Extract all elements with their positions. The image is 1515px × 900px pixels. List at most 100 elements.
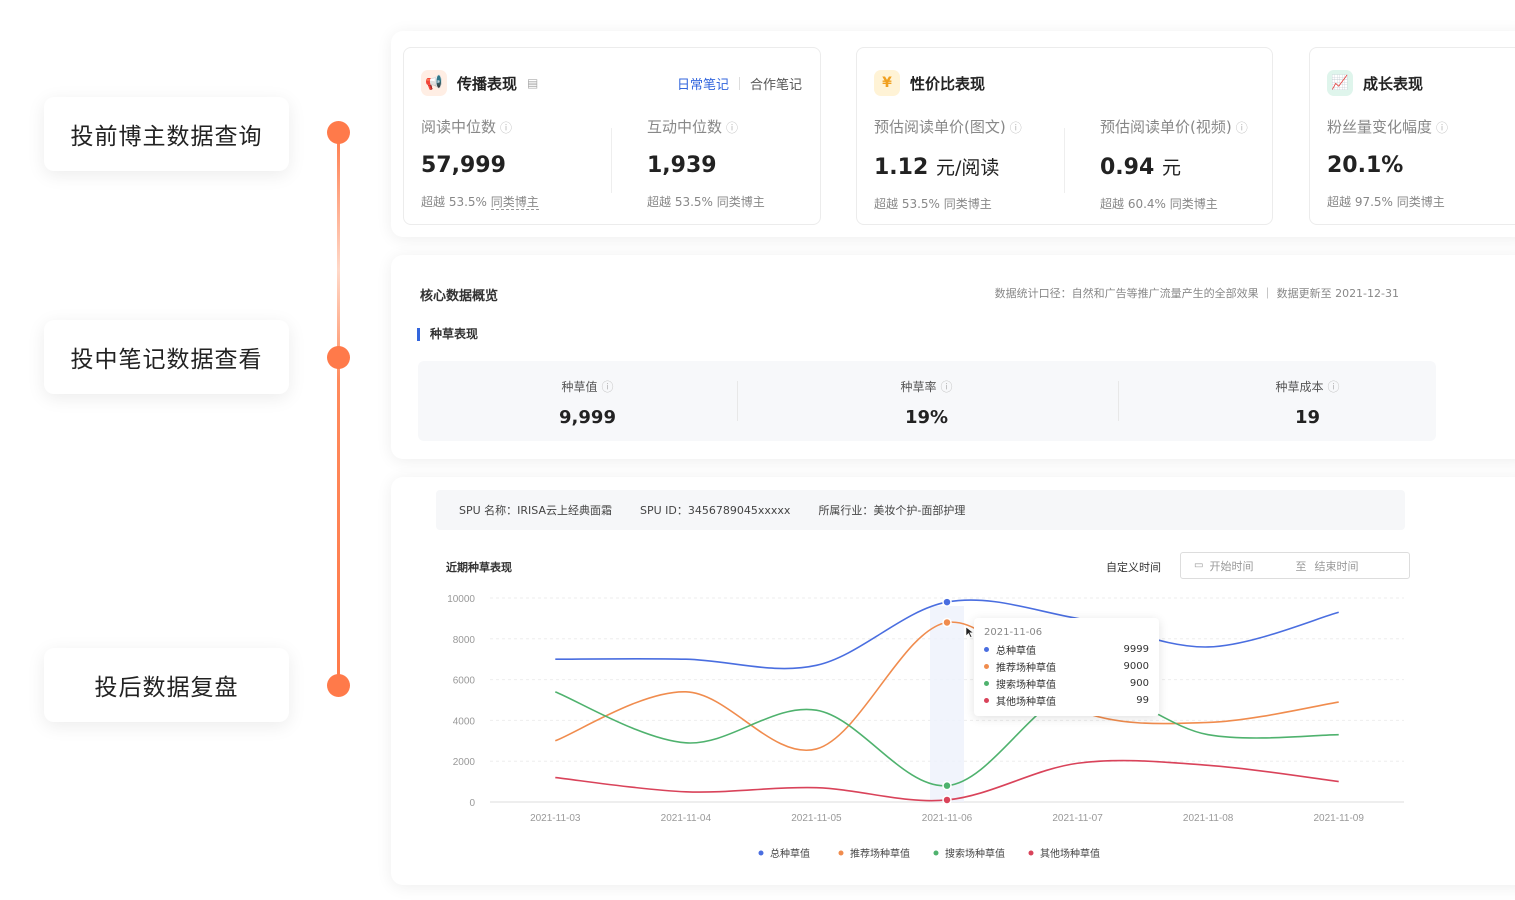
step-post-investment: 投后数据复盘 <box>44 648 289 722</box>
cost-title: 性价比表现 <box>910 74 986 93</box>
metric-label: 阅读中位数 <box>421 118 497 136</box>
tooltip-series: 推荐场种草值 <box>996 663 1056 674</box>
x-tick-label: 2021-11-09 <box>1314 813 1365 824</box>
x-tick-label: 2021-11-06 <box>922 813 973 824</box>
divider <box>1118 381 1119 421</box>
info-icon[interactable]: ⓘ <box>941 380 953 394</box>
info-icon[interactable]: ⓘ <box>500 121 512 135</box>
info-icon[interactable]: ⓘ <box>1328 380 1340 394</box>
blogger-panel: 📢 传播表现 ▤ 日常笔记 合作笔记 阅读中位数 ⓘ 57,999 超越 53.5… <box>391 31 1515 237</box>
metric-unit: 元 <box>1161 157 1181 179</box>
metric-compare: 超越 53.5% <box>421 195 487 209</box>
tooltip-row: 搜索场种草值 900 <box>984 675 1149 692</box>
metric-value: 57,999 <box>421 153 506 178</box>
legend-label: 总种草值 <box>770 847 810 860</box>
timeline-dot-3 <box>327 674 350 697</box>
y-tick-label: 10000 <box>447 594 475 605</box>
peer-label: 同类博主 <box>1169 197 1218 211</box>
tooltip-series: 其他场种草值 <box>996 697 1056 708</box>
tab-daily-notes[interactable]: 日常笔记 <box>677 74 729 93</box>
peer-link[interactable]: 同类博主 <box>490 195 539 210</box>
metric-compare: 超越 60.4% <box>1100 197 1166 211</box>
spread-card: 📢 传播表现 ▤ 日常笔记 合作笔记 阅读中位数 ⓘ 57,999 超越 53.5… <box>403 47 821 225</box>
x-tick-label: 2021-11-03 <box>530 813 581 824</box>
info-icon[interactable]: ⓘ <box>726 121 738 135</box>
seed-value: 9,999 <box>559 407 616 428</box>
seed-value-item: 种草值 ⓘ 9,999 <box>418 361 757 441</box>
core-note: 数据统计口径：自然和广告等推广流量产生的全部效果 ｜ 数据更新至 2021-12… <box>994 287 1399 300</box>
legend-label: 推荐场种草值 <box>850 847 910 860</box>
tooltip-row: 其他场种草值 99 <box>984 692 1149 709</box>
timeline-dot-2 <box>327 346 350 369</box>
hover-band <box>930 606 964 802</box>
timeline-line <box>337 132 340 686</box>
seed-cost-item: 种草成本 ⓘ 19 <box>1138 361 1477 441</box>
series-point <box>942 597 952 607</box>
metric-read-price-image: 预估阅读单价(图文) ⓘ 1.12 元/阅读 超越 53.5% 同类博主 <box>874 116 1022 212</box>
series-dot <box>984 681 989 686</box>
series-point <box>942 795 952 805</box>
seed-trend-chart: 0 2000 4000 6000 8000 10000 2021-11-03 2021-11-… <box>447 594 1404 860</box>
seed-value: 19 <box>1294 407 1321 428</box>
core-data-panel: 核心数据概览 数据统计口径：自然和广告等推广流量产生的全部效果 ｜ 数据更新至 … <box>391 255 1515 459</box>
metric-value: 0.94 <box>1100 155 1155 180</box>
metric-read-price-video: 预估阅读单价(视频) ⓘ 0.94 元 超越 60.4% 同类博主 <box>1100 116 1248 212</box>
divider <box>611 128 612 193</box>
series-point <box>942 780 952 791</box>
info-icon[interactable]: ⓘ <box>602 380 614 394</box>
metric-compare: 超越 53.5% <box>874 197 940 211</box>
info-icon[interactable]: ⓘ <box>1010 121 1022 135</box>
metric-label: 预估阅读单价(视频) <box>1100 118 1232 136</box>
growth-title: 成长表现 <box>1363 74 1424 93</box>
seed-label: 种草值 <box>561 380 598 394</box>
document-icon: ▤ <box>527 76 539 90</box>
metric-unit: 元/阅读 <box>935 157 1000 179</box>
tooltip-series: 搜索场种草值 <box>996 680 1056 691</box>
divider <box>737 381 738 421</box>
metric-label: 互动中位数 <box>647 118 723 136</box>
note-tabs: 日常笔记 合作笔记 <box>677 74 802 93</box>
legend-dot <box>1028 850 1034 856</box>
tooltip-value: 900 <box>1129 678 1149 689</box>
seed-metrics: 种草值 ⓘ 9,999 种草率 ⓘ 19% 种草成本 ⓘ 19 <box>418 361 1436 441</box>
chart-tooltip: 2021-11-06 总种草值 9999 推荐场种草值 9000 搜索场种草值 900… <box>974 618 1159 716</box>
info-icon[interactable]: ⓘ <box>1436 121 1448 135</box>
seed-rate-item: 种草率 ⓘ 19% <box>757 361 1096 441</box>
legend-dot <box>838 850 844 856</box>
peer-label: 同类博主 <box>1396 195 1445 209</box>
metric-value: 20.1% <box>1327 153 1404 178</box>
metric-compare: 超越 53.5% <box>647 195 713 209</box>
tooltip-value: 99 <box>1136 695 1149 706</box>
seed-value: 19% <box>904 407 949 428</box>
trend-chart-icon: 📈 <box>1327 70 1353 96</box>
cursor-icon <box>965 626 975 638</box>
series-point <box>942 617 952 628</box>
y-tick-label: 8000 <box>453 635 476 646</box>
series-dot <box>984 698 989 703</box>
metric-interact-median: 互动中位数 ⓘ 1,939 超越 53.5% 同类博主 <box>647 116 765 210</box>
tab-collab-notes[interactable]: 合作笔记 <box>750 74 802 93</box>
yuan-icon: ¥ <box>874 70 900 96</box>
legend-dot <box>933 850 939 856</box>
series-dot <box>984 647 989 652</box>
series-dot <box>984 664 989 669</box>
x-tick-label: 2021-11-04 <box>661 813 712 824</box>
x-tick-label: 2021-11-07 <box>1052 813 1103 824</box>
x-tick-label: 2021-11-05 <box>791 813 842 824</box>
section-label: 种草表现 <box>417 328 478 341</box>
metric-label: 预估阅读单价(图文) <box>874 118 1006 136</box>
metric-compare: 超越 97.5% <box>1327 195 1393 209</box>
tooltip-value: 9999 <box>1123 644 1149 655</box>
seed-label: 种草成本 <box>1275 380 1324 394</box>
legend-dot <box>758 850 764 856</box>
info-icon[interactable]: ⓘ <box>1236 121 1248 135</box>
chart-panel: SPU 名称：IRISA云上经典面霜 SPU ID：3456789045xxxx… <box>391 477 1515 885</box>
tooltip-row: 推荐场种草值 9000 <box>984 658 1149 675</box>
y-tick-label: 0 <box>469 798 475 809</box>
y-tick-label: 6000 <box>453 676 476 687</box>
peer-label: 同类博主 <box>943 197 992 211</box>
divider <box>1064 128 1065 193</box>
tooltip-value: 9000 <box>1123 661 1149 672</box>
tooltip-row: 总种草值 9999 <box>984 641 1149 658</box>
step-mid-investment: 投中笔记数据查看 <box>44 320 289 394</box>
